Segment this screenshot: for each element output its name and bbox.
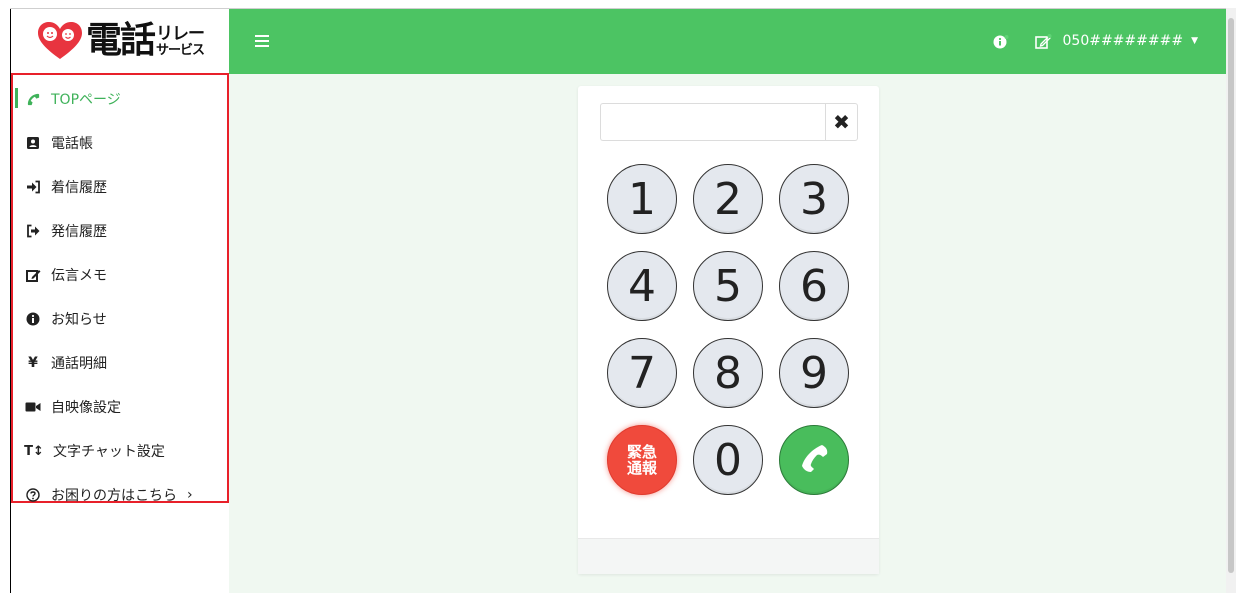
sidebar-item-label: お困りの方はこちら [51, 488, 177, 504]
dial-key-0[interactable]: 0 [693, 425, 763, 495]
dial-key-9[interactable]: 9 [779, 338, 849, 408]
sidebar-item-text-chat-settings[interactable]: T↕ 文字チャット設定 [13, 433, 227, 469]
phone-handset-icon [797, 435, 831, 486]
sidebar-item-top-page[interactable]: TOPページ [13, 81, 227, 117]
sidebar-item-label: 着信履歴 [51, 180, 107, 196]
sidebar-item-phonebook[interactable]: 電話帳 [13, 125, 227, 161]
sidebar-item-label: お知らせ [51, 312, 107, 328]
address-book-icon [25, 135, 41, 151]
caret-down-icon: ▼ [1191, 36, 1198, 46]
dial-number-input[interactable] [600, 103, 826, 141]
chevron-right-icon: › [187, 487, 193, 503]
page: 電話 リレー サービス TOPページ 電話帳 着信履歴 発信履歴 伝言メモ お知… [0, 0, 1236, 593]
dial-key-7[interactable]: 7 [607, 338, 677, 408]
sidebar-item-label: 自映像設定 [51, 400, 121, 416]
emergency-label-line1: 緊急 [626, 442, 657, 461]
sidebar-item-label: 発信履歴 [51, 224, 107, 240]
emergency-call-button[interactable]: 緊急 通報 [607, 425, 677, 495]
sidebar-item-message-memo[interactable]: 伝言メモ [13, 257, 227, 293]
edit-note-icon [25, 267, 41, 283]
account-phone-dropdown[interactable]: 050######## ▼ [1063, 29, 1199, 53]
sidebar-item-label: 通話明細 [51, 356, 107, 372]
dial-key-6[interactable]: 6 [779, 251, 849, 321]
logo-sub-top: リレー [156, 23, 205, 44]
incoming-arrow-icon [25, 179, 41, 195]
header-edit-memo-icon[interactable] [1034, 33, 1052, 51]
sidebar-item-label: 電話帳 [51, 136, 93, 152]
hamburger-menu-icon[interactable] [255, 35, 269, 47]
heart-handshake-icon [36, 21, 84, 61]
account-phone-number: 050######## [1062, 33, 1184, 49]
close-icon: ✖ [833, 110, 850, 134]
sidebar-nav: TOPページ 電話帳 着信履歴 発信履歴 伝言メモ お知らせ ¥ 通話明細 自映… [11, 73, 229, 504]
dial-key-1[interactable]: 1 [607, 164, 677, 234]
yen-icon: ¥ [28, 355, 38, 371]
dialer-card-footer [578, 538, 879, 574]
app-logo[interactable]: 電話 リレー サービス [11, 9, 229, 73]
sidebar-item-notices[interactable]: お知らせ [13, 301, 227, 337]
sidebar-item-label: 伝言メモ [51, 268, 107, 284]
dial-key-8[interactable]: 8 [693, 338, 763, 408]
main-content: ✖ 1 2 3 4 5 6 7 8 9 緊急 通報 0 [229, 74, 1226, 593]
phone-icon [25, 91, 41, 107]
info-icon [25, 311, 41, 327]
sidebar-item-outgoing-history[interactable]: 発信履歴 [13, 213, 227, 249]
sidebar-item-incoming-history[interactable]: 着信履歴 [13, 169, 227, 205]
sidebar: 電話 リレー サービス TOPページ 電話帳 着信履歴 発信履歴 伝言メモ お知… [11, 9, 229, 593]
top-header: 050######## ▼ [229, 9, 1226, 74]
clear-input-button[interactable]: ✖ [825, 103, 858, 141]
video-camera-icon [25, 399, 41, 415]
text-size-icon: T↕ [24, 443, 44, 459]
logo-sub-bottom: サービス [156, 42, 205, 58]
dial-key-3[interactable]: 3 [779, 164, 849, 234]
dial-key-2[interactable]: 2 [693, 164, 763, 234]
dial-key-5[interactable]: 5 [693, 251, 763, 321]
outgoing-arrow-icon [25, 223, 41, 239]
emergency-label-line2: 通報 [626, 459, 657, 477]
sidebar-item-label: TOPページ [51, 92, 121, 108]
dial-key-4[interactable]: 4 [607, 251, 677, 321]
sidebar-item-call-details[interactable]: ¥ 通話明細 [13, 345, 227, 381]
logo-sub-text: リレー サービス [156, 23, 205, 58]
page-scrollbar[interactable] [1226, 8, 1236, 593]
call-button[interactable] [779, 425, 849, 495]
logo-main-text: 電話 [85, 20, 156, 61]
sidebar-item-help[interactable]: お困りの方はこちら › [13, 477, 227, 513]
header-info-icon[interactable] [992, 33, 1010, 51]
dialer-card: ✖ 1 2 3 4 5 6 7 8 9 緊急 通報 0 [578, 86, 879, 574]
question-circle-icon [25, 487, 41, 503]
sidebar-item-self-video-settings[interactable]: 自映像設定 [13, 389, 227, 425]
sidebar-item-label: 文字チャット設定 [53, 444, 165, 460]
scrollbar-thumb[interactable] [1228, 18, 1234, 573]
